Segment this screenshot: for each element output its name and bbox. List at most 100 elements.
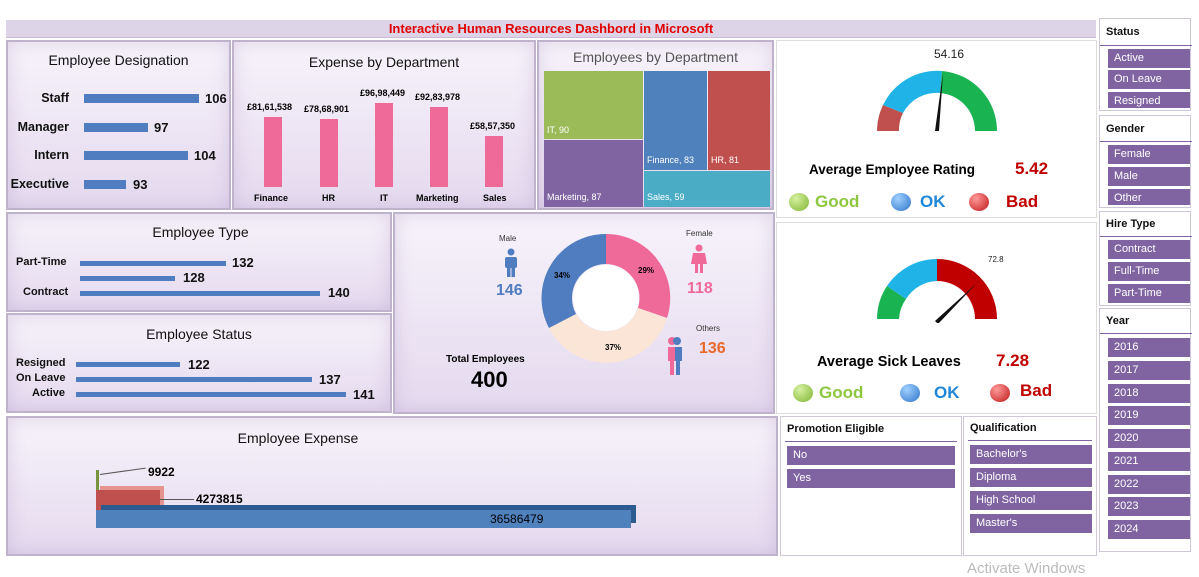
male-label: Male (499, 234, 517, 243)
bar-value-executive: 93 (133, 177, 148, 192)
gauge-blue-segment (883, 70, 942, 113)
status-label-resigned: Resigned (16, 357, 66, 369)
slicer-item-masters[interactable]: Master's (970, 514, 1092, 533)
rating-title: Average Employee Rating (809, 162, 976, 177)
legend-ok: OK (920, 192, 946, 211)
legend-ok: OK (934, 383, 960, 402)
donut-pct-female: 29% (638, 266, 655, 275)
slicer-item-other[interactable]: Other (1108, 189, 1190, 205)
employee-type-panel: Employee Type Part-Time 132 128 Contract… (6, 212, 392, 312)
treemap-label-sales: Sales, 59 (647, 192, 685, 202)
slicer-item-bachelors[interactable]: Bachelor's (970, 445, 1092, 464)
slicer-divider (1100, 236, 1192, 237)
slicer-item-diploma[interactable]: Diploma (970, 468, 1092, 487)
slicer-item-male[interactable]: Male (1108, 167, 1190, 186)
dept-label-marketing: Marketing (416, 193, 459, 203)
slicer-divider (785, 441, 957, 442)
female-label: Female (686, 229, 713, 238)
slicer-item-no[interactable]: No (787, 446, 955, 465)
dept-value-hr: £78,68,901 (304, 104, 350, 114)
slicer-item-2019[interactable]: 2019 (1108, 406, 1190, 425)
bad-dot-icon (969, 193, 989, 211)
slicer-title: Year (1106, 315, 1130, 327)
treemap-label-marketing: Marketing, 87 (547, 192, 602, 202)
slicer-item-2024[interactable]: 2024 (1108, 520, 1190, 539)
dept-value-it: £96,98,449 (360, 88, 406, 98)
slicer-divider (1100, 45, 1192, 46)
bar-label-executive: Executive (10, 177, 69, 191)
employee-rating-panel: 54.16 Average Employee Rating 5.42 Good … (776, 40, 1097, 218)
type-label-contract: Contract (23, 286, 69, 298)
slicer-item-fulltime[interactable]: Full-Time (1108, 262, 1190, 281)
status-bar-active (76, 392, 346, 397)
slicer-item-2023[interactable]: 2023 (1108, 497, 1190, 516)
status-slicer: Status Active On Leave Resigned (1099, 18, 1192, 111)
slicer-item-2020[interactable]: 2020 (1108, 429, 1190, 448)
promotion-eligible-slicer: Promotion Eligible No Yes (780, 416, 962, 556)
slicer-item-parttime[interactable]: Part-Time (1108, 284, 1190, 303)
slicer-item-active[interactable]: Active (1108, 49, 1190, 68)
status-value-active: 141 (353, 387, 375, 402)
panel-title: Employee Type (152, 224, 249, 240)
dept-value-marketing: £92,83,978 (415, 92, 461, 102)
bar-label-staff: Staff (41, 91, 69, 105)
dept-value-sales: £58,57,350 (470, 121, 516, 131)
slicer-item-2022[interactable]: 2022 (1108, 475, 1190, 494)
legend-bad: Bad (1006, 192, 1039, 211)
total-employees-label: Total Employees (446, 354, 525, 365)
female-value: 118 (687, 280, 713, 297)
expense-by-department-panel: Expense by Department £81,61,538 £78,68,… (232, 40, 536, 210)
qualification-slicer: Qualification Bachelor's Diploma High Sc… (963, 416, 1097, 556)
slicer-item-contract[interactable]: Contract (1108, 240, 1190, 259)
legend-good: Good (815, 192, 860, 211)
employee-status-panel: Employee Status Resigned 122 On Leave 13… (6, 313, 392, 413)
slicer-item-onleave[interactable]: On Leave (1108, 70, 1190, 89)
dashboard-title-bar: Interactive Human Resources Dashbord in … (6, 20, 1096, 38)
sick-value: 7.28 (996, 351, 1030, 370)
status-bar-resigned (76, 362, 180, 367)
dept-value-finance: £81,61,538 (247, 102, 293, 112)
slicer-item-resigned[interactable]: Resigned (1108, 92, 1190, 108)
bar-value-staff: 106 (205, 91, 227, 106)
status-bar-onleave (76, 377, 312, 382)
type-label-parttime: Part-Time (16, 256, 67, 268)
ok-dot-icon (891, 193, 911, 211)
dept-bar-it (375, 103, 393, 187)
hire-type-slicer: Hire Type Contract Full-Time Part-Time (1099, 211, 1192, 306)
slicer-divider (1100, 141, 1192, 142)
expense-value-3: 36586479 (490, 512, 544, 526)
gauge-needle (935, 283, 977, 323)
slicer-item-2017[interactable]: 2017 (1108, 361, 1190, 380)
gender-slicer: Gender Female Male Other (1099, 115, 1192, 208)
employee-designation-panel: Employee Designation Staff 106 Manager 9… (6, 40, 231, 210)
expense-bar-1 (96, 470, 99, 492)
slicer-item-highschool[interactable]: High School (970, 491, 1092, 510)
dashboard-title: Interactive Human Resources Dashbord in … (388, 21, 714, 36)
expense-leader-2 (160, 499, 194, 500)
slicer-item-2021[interactable]: 2021 (1108, 452, 1190, 471)
rating-gauge-value: 54.16 (934, 47, 965, 61)
slicer-item-2018[interactable]: 2018 (1108, 384, 1190, 403)
panel-title: Expense by Department (308, 54, 460, 70)
treemap-sales: Sales, 59 (644, 171, 770, 207)
slicer-divider (968, 440, 1092, 441)
bar-executive (84, 180, 126, 189)
others-label: Others (696, 324, 721, 333)
bar-value-intern: 104 (194, 148, 216, 163)
status-label-active: Active (32, 387, 66, 399)
treemap-label-it: IT, 90 (547, 125, 570, 135)
donut-pct-male: 34% (554, 271, 571, 280)
sick-gauge (877, 259, 997, 323)
type-bar-parttime (80, 261, 226, 266)
slicer-title: Hire Type (1106, 218, 1156, 230)
expense-value-2: 4273815 (196, 492, 243, 506)
slicer-item-female[interactable]: Female (1108, 145, 1190, 164)
good-dot-icon (789, 193, 809, 211)
treemap-it: IT, 90 (544, 71, 643, 139)
legend-bad: Bad (1020, 381, 1053, 400)
slicer-title: Qualification (970, 422, 1037, 434)
slicer-item-yes[interactable]: Yes (787, 469, 955, 488)
slicer-item-2016[interactable]: 2016 (1108, 338, 1190, 357)
employees-by-department-panel: Employees by Department IT, 90 Finance, … (537, 40, 774, 210)
bad-dot-icon (990, 384, 1010, 402)
